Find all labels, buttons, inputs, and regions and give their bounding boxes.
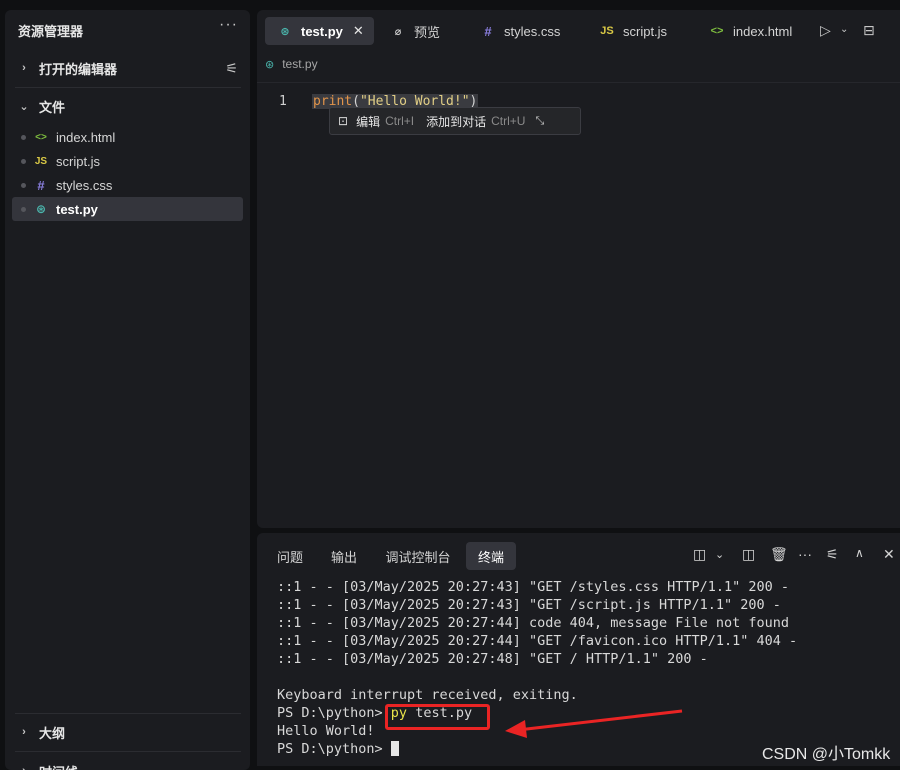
annotation-arrow (0, 0, 900, 766)
arrow-head (505, 720, 527, 738)
watermark: CSDN @小Tomkk (762, 740, 890, 764)
arrow-shaft (518, 711, 682, 730)
